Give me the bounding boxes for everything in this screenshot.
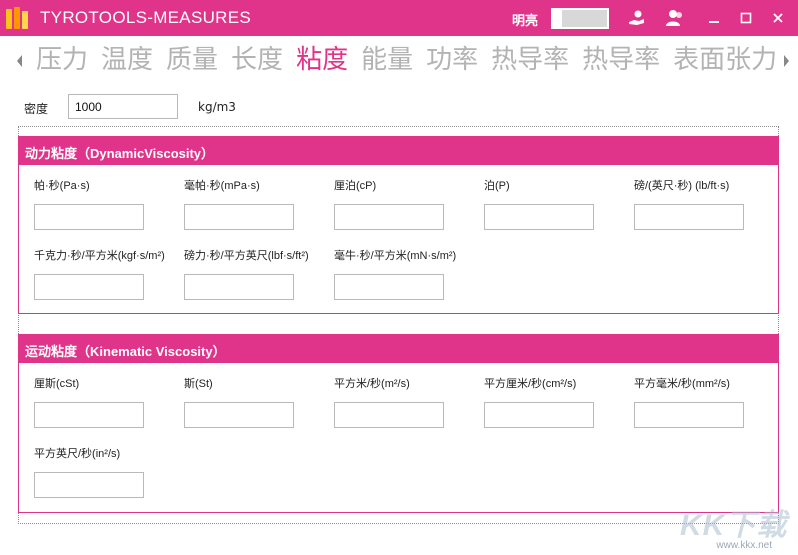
field-input[interactable] [184, 402, 294, 428]
section-title: 动力粘度（DynamicViscosity） [19, 136, 778, 165]
tab-category[interactable]: 热导率 [491, 42, 569, 78]
field-label: 平方英尺/秒(in²/s) [34, 448, 121, 460]
field: 平方英尺/秒(in²/s) [34, 447, 184, 498]
category-nav: 压力 温度 质量 长度 粘度 能量 功率 热导率 热导率 表面张力 [0, 40, 798, 82]
field-label: 厘泊(cP) [334, 180, 377, 192]
kinematic-viscosity-section: 运动粘度（Kinematic Viscosity） 厘斯(cSt) 斯(St) 平方… [18, 334, 779, 513]
field: 帕·秒(Pa·s) [34, 179, 184, 230]
arrow-left-icon[interactable] [14, 52, 28, 70]
field-label: 帕·秒(Pa·s) [34, 180, 90, 192]
field-input[interactable] [634, 204, 744, 230]
field: 厘泊(cP) [334, 179, 484, 230]
field-input[interactable] [334, 204, 444, 230]
field-label: 毫帕·秒(mPa·s) [184, 180, 260, 192]
density-unit: kg/m3 [198, 100, 236, 114]
tab-category[interactable]: 能量 [361, 42, 413, 78]
title-bar: TYROTOOLS-MEASURES 明亮 [0, 0, 798, 36]
user-icon[interactable] [664, 8, 686, 28]
field: 斯(St) [184, 377, 334, 428]
category-tabs: 压力 温度 质量 长度 粘度 能量 功率 热导率 热导率 表面张力 [36, 42, 790, 78]
field-input[interactable] [334, 402, 444, 428]
theme-toggle[interactable] [551, 8, 609, 29]
section-title: 运动粘度（Kinematic Viscosity） [19, 334, 778, 363]
close-icon[interactable] [766, 6, 790, 30]
tab-category[interactable]: 热导率 [582, 42, 660, 78]
field-input[interactable] [634, 402, 744, 428]
field: 平方厘米/秒(cm²/s) [484, 377, 634, 428]
field-input[interactable] [184, 274, 294, 300]
field: 泊(P) [484, 179, 634, 230]
hand-share-icon[interactable] [626, 8, 648, 28]
field: 毫帕·秒(mPa·s) [184, 179, 334, 230]
field-input[interactable] [34, 274, 144, 300]
app-title: TYROTOOLS-MEASURES [40, 8, 252, 27]
field-input[interactable] [34, 472, 144, 498]
bar-chart-icon [6, 7, 30, 29]
theme-label: 明亮 [512, 14, 539, 29]
tab-category[interactable]: 功率 [426, 42, 478, 78]
field-label: 厘斯(cSt) [34, 378, 80, 390]
field-input[interactable] [484, 204, 594, 230]
field: 厘斯(cSt) [34, 377, 184, 428]
field-label: 千克力·秒/平方米(kgf·s/m²) [34, 250, 165, 262]
field: 平方毫米/秒(mm²/s) [634, 377, 784, 428]
tab-category[interactable]: 质量 [166, 42, 218, 78]
field-label: 斯(St) [184, 378, 213, 390]
field-label: 平方米/秒(m²/s) [334, 378, 410, 390]
density-label: 密度 [24, 102, 49, 116]
dynamic-viscosity-section: 动力粘度（DynamicViscosity） 帕·秒(Pa·s) 毫帕·秒(mPa… [18, 136, 779, 314]
field-input[interactable] [34, 402, 144, 428]
tab-category[interactable]: 表面张力 [673, 42, 777, 78]
arrow-right-icon[interactable] [782, 52, 796, 70]
field: 磅/(英尺·秒) (lb/ft·s) [634, 179, 784, 230]
minimize-icon[interactable] [702, 6, 726, 30]
tab-category[interactable]: 粘度 [296, 42, 348, 78]
field-input[interactable] [334, 274, 444, 300]
field-label: 毫牛·秒/平方米(mN·s/m²) [334, 250, 457, 262]
toggle-knob [553, 10, 562, 27]
field-input[interactable] [34, 204, 144, 230]
field-label: 泊(P) [484, 180, 510, 192]
field-input[interactable] [184, 204, 294, 230]
field: 毫牛·秒/平方米(mN·s/m²) [334, 249, 484, 300]
field: 千克力·秒/平方米(kgf·s/m²) [34, 249, 184, 300]
watermark-logo: KK下载 [680, 509, 788, 542]
tab-category[interactable]: 压力 [36, 42, 88, 78]
tab-category[interactable]: 长度 [231, 42, 283, 78]
field-label: 磅力·秒/平方英尺(lbf·s/ft²) [184, 250, 309, 262]
field: 磅力·秒/平方英尺(lbf·s/ft²) [184, 249, 334, 300]
watermark-url: www.kkx.net [716, 540, 772, 551]
density-input[interactable] [68, 94, 178, 119]
maximize-icon[interactable] [734, 6, 758, 30]
field-label: 平方毫米/秒(mm²/s) [634, 378, 730, 390]
field-label: 平方厘米/秒(cm²/s) [484, 378, 577, 390]
field-input[interactable] [484, 402, 594, 428]
tab-category[interactable]: 温度 [101, 42, 153, 78]
field-label: 磅/(英尺·秒) (lb/ft·s) [634, 180, 730, 192]
field: 平方米/秒(m²/s) [334, 377, 484, 428]
